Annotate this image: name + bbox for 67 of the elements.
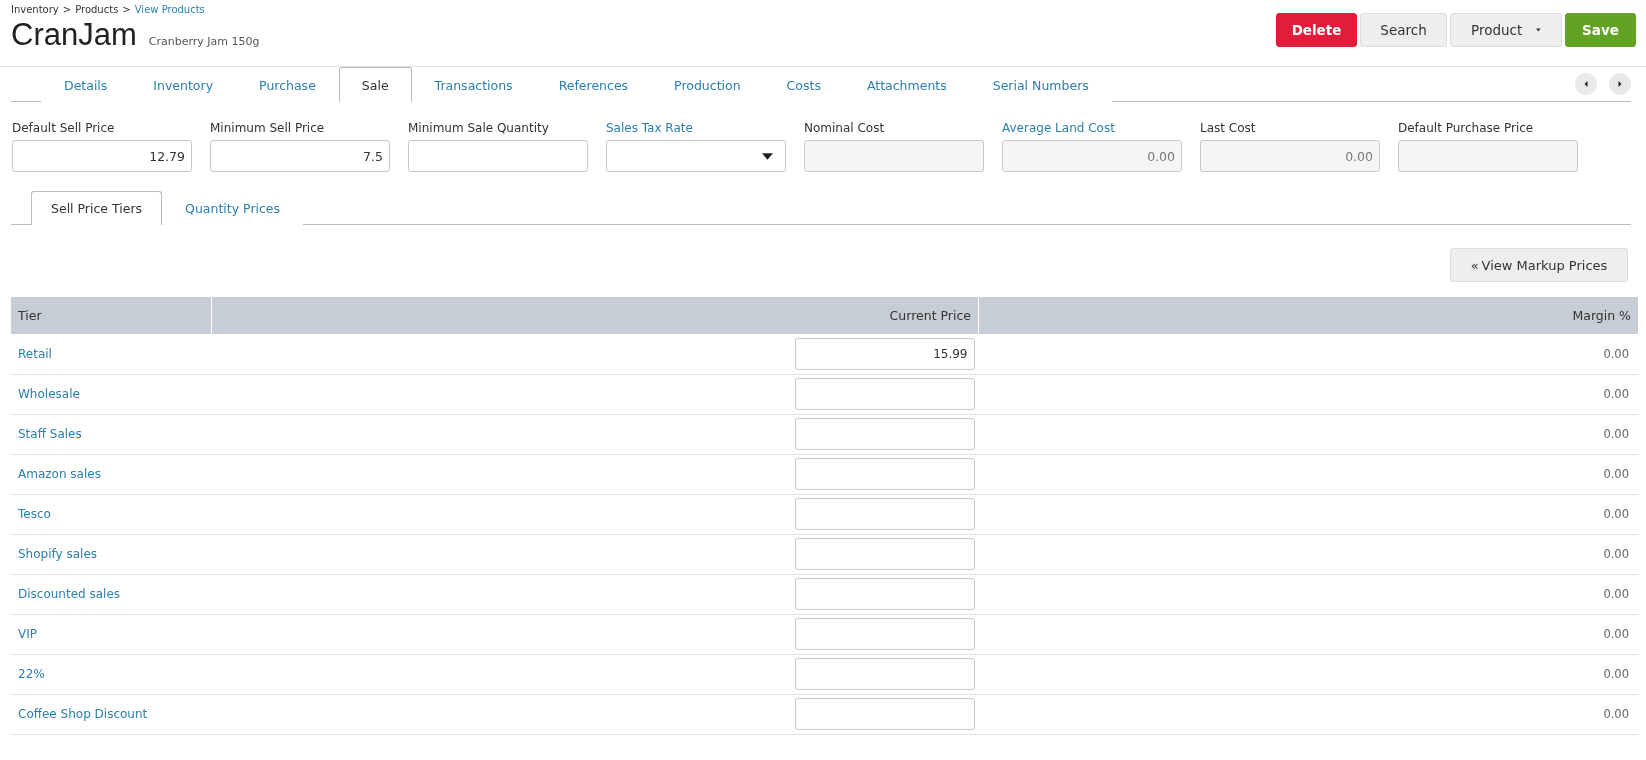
caret-icon xyxy=(1536,27,1541,33)
price-input[interactable] xyxy=(794,578,975,610)
price-input[interactable] xyxy=(794,498,975,530)
table-cell: 0.00 xyxy=(978,374,1638,414)
tab[interactable]: Sale xyxy=(338,67,412,102)
scroll-left-button[interactable] xyxy=(1575,73,1597,95)
field-label: Default Purchase Price xyxy=(1398,121,1535,135)
column-header: Margin % xyxy=(978,297,1638,334)
table-cell: 0.00 xyxy=(978,414,1638,454)
tier-link[interactable]: Coffee Shop Discount xyxy=(18,707,148,721)
action-button[interactable]: Save xyxy=(1565,13,1636,47)
breadcrumb-link[interactable]: Inventory xyxy=(11,4,59,15)
breadcrumb-link[interactable]: Products xyxy=(75,4,119,15)
input-field: 0.00 xyxy=(1002,140,1182,172)
input-field: 0.00 xyxy=(1200,140,1380,172)
triangle-right-icon xyxy=(1617,80,1623,88)
breadcrumb-link[interactable]: View Products xyxy=(134,4,205,15)
tier-link[interactable]: Discounted sales xyxy=(18,587,121,601)
tier-link[interactable]: 22% xyxy=(18,667,45,681)
table-cell: 0.00 xyxy=(978,614,1638,654)
price-input[interactable] xyxy=(794,378,975,410)
dropdown-field[interactable] xyxy=(606,140,786,172)
table-cell: 0.00 xyxy=(978,334,1638,374)
price-input[interactable] xyxy=(794,418,975,450)
action-button[interactable]: Delete xyxy=(1276,13,1357,47)
triangle-left-icon xyxy=(1583,80,1589,88)
price-input[interactable] xyxy=(794,458,975,490)
price-input[interactable] xyxy=(794,698,975,730)
tier-link[interactable]: Staff Sales xyxy=(18,427,82,441)
tier-link[interactable]: Wholesale xyxy=(18,387,80,401)
product-title: CranJam xyxy=(11,17,137,53)
field-label-link[interactable]: Average Land Cost xyxy=(1002,121,1182,135)
table-cell: 0.00 xyxy=(978,574,1638,614)
scroll-right-button[interactable] xyxy=(1609,73,1631,95)
table-cell: 0.00 xyxy=(978,654,1638,694)
breadcrumb-separator: > xyxy=(122,4,131,15)
tier-link[interactable]: Tesco xyxy=(18,507,51,521)
table-cell: 0.00 xyxy=(978,694,1638,734)
table-cell: 0.00 xyxy=(978,534,1638,574)
caret-icon xyxy=(762,152,773,160)
tier-link[interactable]: Retail xyxy=(18,346,52,361)
price-input[interactable] xyxy=(794,618,975,650)
tier-link[interactable]: Shopify sales xyxy=(18,547,98,561)
input-field[interactable] xyxy=(408,140,588,172)
tab[interactable]: Sell Price Tiers xyxy=(31,191,163,225)
column-header: Tier xyxy=(11,297,212,334)
field-label: Minimum Sale Quantity xyxy=(408,121,550,135)
dropdown-button[interactable]: Product xyxy=(1450,13,1562,47)
table-cell: 0.00 xyxy=(978,494,1638,534)
column-header: Current Price xyxy=(211,297,979,334)
field-label: Last Cost xyxy=(1200,121,1257,135)
price-input[interactable] xyxy=(794,538,975,570)
field-label: Default Sell Price xyxy=(12,121,116,135)
action-button[interactable]: Search xyxy=(1360,13,1447,47)
input-field[interactable]: 7.5 xyxy=(210,140,390,172)
table-cell: 0.00 xyxy=(978,454,1638,494)
view-markup-button[interactable]: « View Markup Prices xyxy=(1450,248,1628,282)
field-label: Nominal Cost xyxy=(804,121,886,135)
breadcrumb-separator: > xyxy=(62,4,72,15)
tier-link[interactable]: Amazon sales xyxy=(18,467,101,481)
field-label: Minimum Sell Price xyxy=(210,121,326,135)
product-description: Cranberry Jam 150g xyxy=(148,35,260,48)
tier-link[interactable]: VIP xyxy=(18,627,37,641)
field-label-link[interactable]: Sales Tax Rate xyxy=(606,121,786,135)
input-field[interactable]: 12.79 xyxy=(12,140,192,172)
price-input[interactable] xyxy=(794,658,975,690)
price-input[interactable]: 15.99 xyxy=(794,337,975,370)
